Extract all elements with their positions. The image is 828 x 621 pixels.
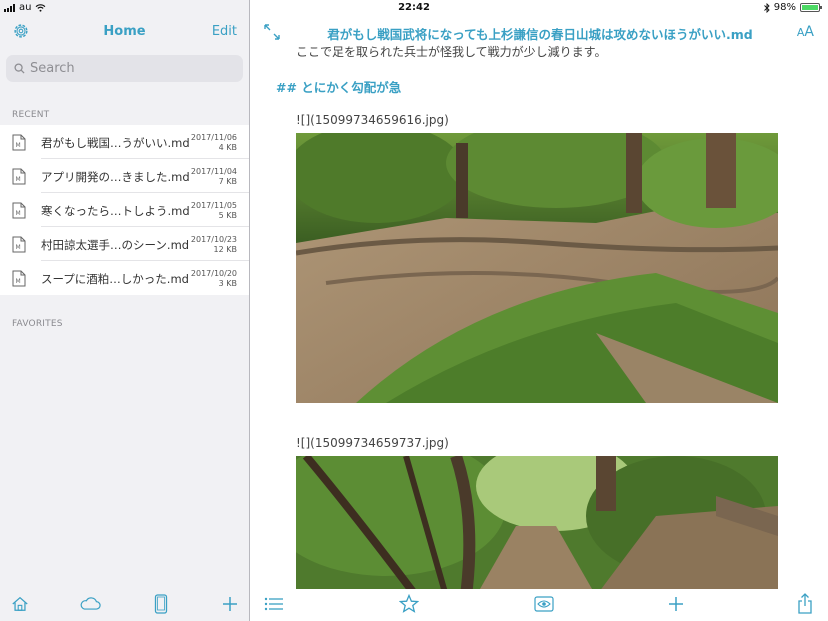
document-icon: M xyxy=(12,134,26,151)
battery-icon xyxy=(800,3,822,12)
search-placeholder: Search xyxy=(30,61,75,76)
status-bar: au 22:42 98% xyxy=(0,0,828,16)
list-icon[interactable] xyxy=(264,596,284,612)
file-name: アプリ開発の…きました.md xyxy=(41,170,190,184)
svg-text:M: M xyxy=(16,244,21,251)
file-name: 君がもし戦国…うがいい.md xyxy=(41,136,190,150)
device-icon[interactable] xyxy=(154,594,168,614)
file-name: 寒くなったら…トしよう.md xyxy=(41,204,190,218)
home-icon[interactable] xyxy=(11,595,29,613)
svg-text:M: M xyxy=(16,210,21,217)
document-icon: M xyxy=(12,202,26,219)
svg-text:M: M xyxy=(16,176,21,183)
forest-path-photo xyxy=(296,456,778,589)
sidebar-toolbar xyxy=(0,589,249,621)
editor-content[interactable]: ここで足を取られた兵士が怪我して戦力が少し減ります。 ## とにかく勾配が急 !… xyxy=(250,40,828,589)
file-name: 村田諒太選手…のシーン.md xyxy=(41,238,190,252)
image-reference: ![](15099734659616.jpg) xyxy=(296,113,449,127)
preview-eye-icon[interactable] xyxy=(534,596,554,612)
document-icon: M xyxy=(12,168,26,185)
sidebar-nav-bar: Home Edit xyxy=(0,16,249,48)
search-icon xyxy=(14,63,25,74)
search-input[interactable]: Search xyxy=(6,55,243,82)
recent-section-label: RECENT xyxy=(12,110,50,120)
body-text-line: ここで足を取られた兵士が怪我して戦力が少し減ります。 xyxy=(296,45,607,59)
svg-text:M: M xyxy=(16,142,21,149)
bluetooth-icon xyxy=(763,2,770,13)
file-name: スープに酒粕…しかった.md xyxy=(41,272,189,286)
image-reference: ![](15099734659737.jpg) xyxy=(296,436,449,450)
markdown-heading: ## とにかく勾配が急 xyxy=(276,80,402,95)
list-item[interactable]: M 寒くなったら…トしよう.md 2017/11/05 5 KB xyxy=(0,193,249,227)
document-icon: M xyxy=(12,236,26,253)
cloud-icon[interactable] xyxy=(79,597,101,611)
file-meta: 2017/11/06 4 KB xyxy=(190,133,237,152)
sidebar: Home Edit Search RECENT M 君がもし戦国…うがいい.md… xyxy=(0,0,249,621)
document-icon: M xyxy=(12,270,26,287)
expand-icon[interactable] xyxy=(263,23,281,41)
forest-stairs-photo xyxy=(296,133,778,403)
list-item[interactable]: M 村田諒太選手…のシーン.md 2017/10/23 12 KB xyxy=(0,227,249,261)
share-icon[interactable] xyxy=(797,593,813,614)
battery-percent: 98% xyxy=(773,2,796,13)
edit-button[interactable]: Edit xyxy=(212,24,237,39)
favorites-section-label: FAVORITES xyxy=(12,319,63,329)
file-meta: 2017/10/23 12 KB xyxy=(190,235,237,254)
list-item[interactable]: M アプリ開発の…きました.md 2017/11/04 7 KB xyxy=(0,159,249,193)
add-icon[interactable] xyxy=(222,596,238,612)
recent-file-list: M 君がもし戦国…うがいい.md 2017/11/06 4 KB M アプリ開発の… xyxy=(0,125,249,295)
svg-text:M: M xyxy=(16,278,21,285)
list-item[interactable]: M 君がもし戦国…うがいい.md 2017/11/06 4 KB xyxy=(0,125,249,159)
file-meta: 2017/10/20 3 KB xyxy=(190,269,237,288)
file-meta: 2017/11/04 7 KB xyxy=(190,167,237,186)
file-meta: 2017/11/05 5 KB xyxy=(190,201,237,220)
add-icon[interactable] xyxy=(668,596,684,612)
list-item[interactable]: M スープに酒粕…しかった.md 2017/10/20 3 KB xyxy=(0,261,249,295)
editor-toolbar xyxy=(250,589,828,621)
font-size-button[interactable]: AA xyxy=(797,24,814,40)
status-time: 22:42 xyxy=(398,2,430,13)
star-icon[interactable] xyxy=(399,594,419,614)
